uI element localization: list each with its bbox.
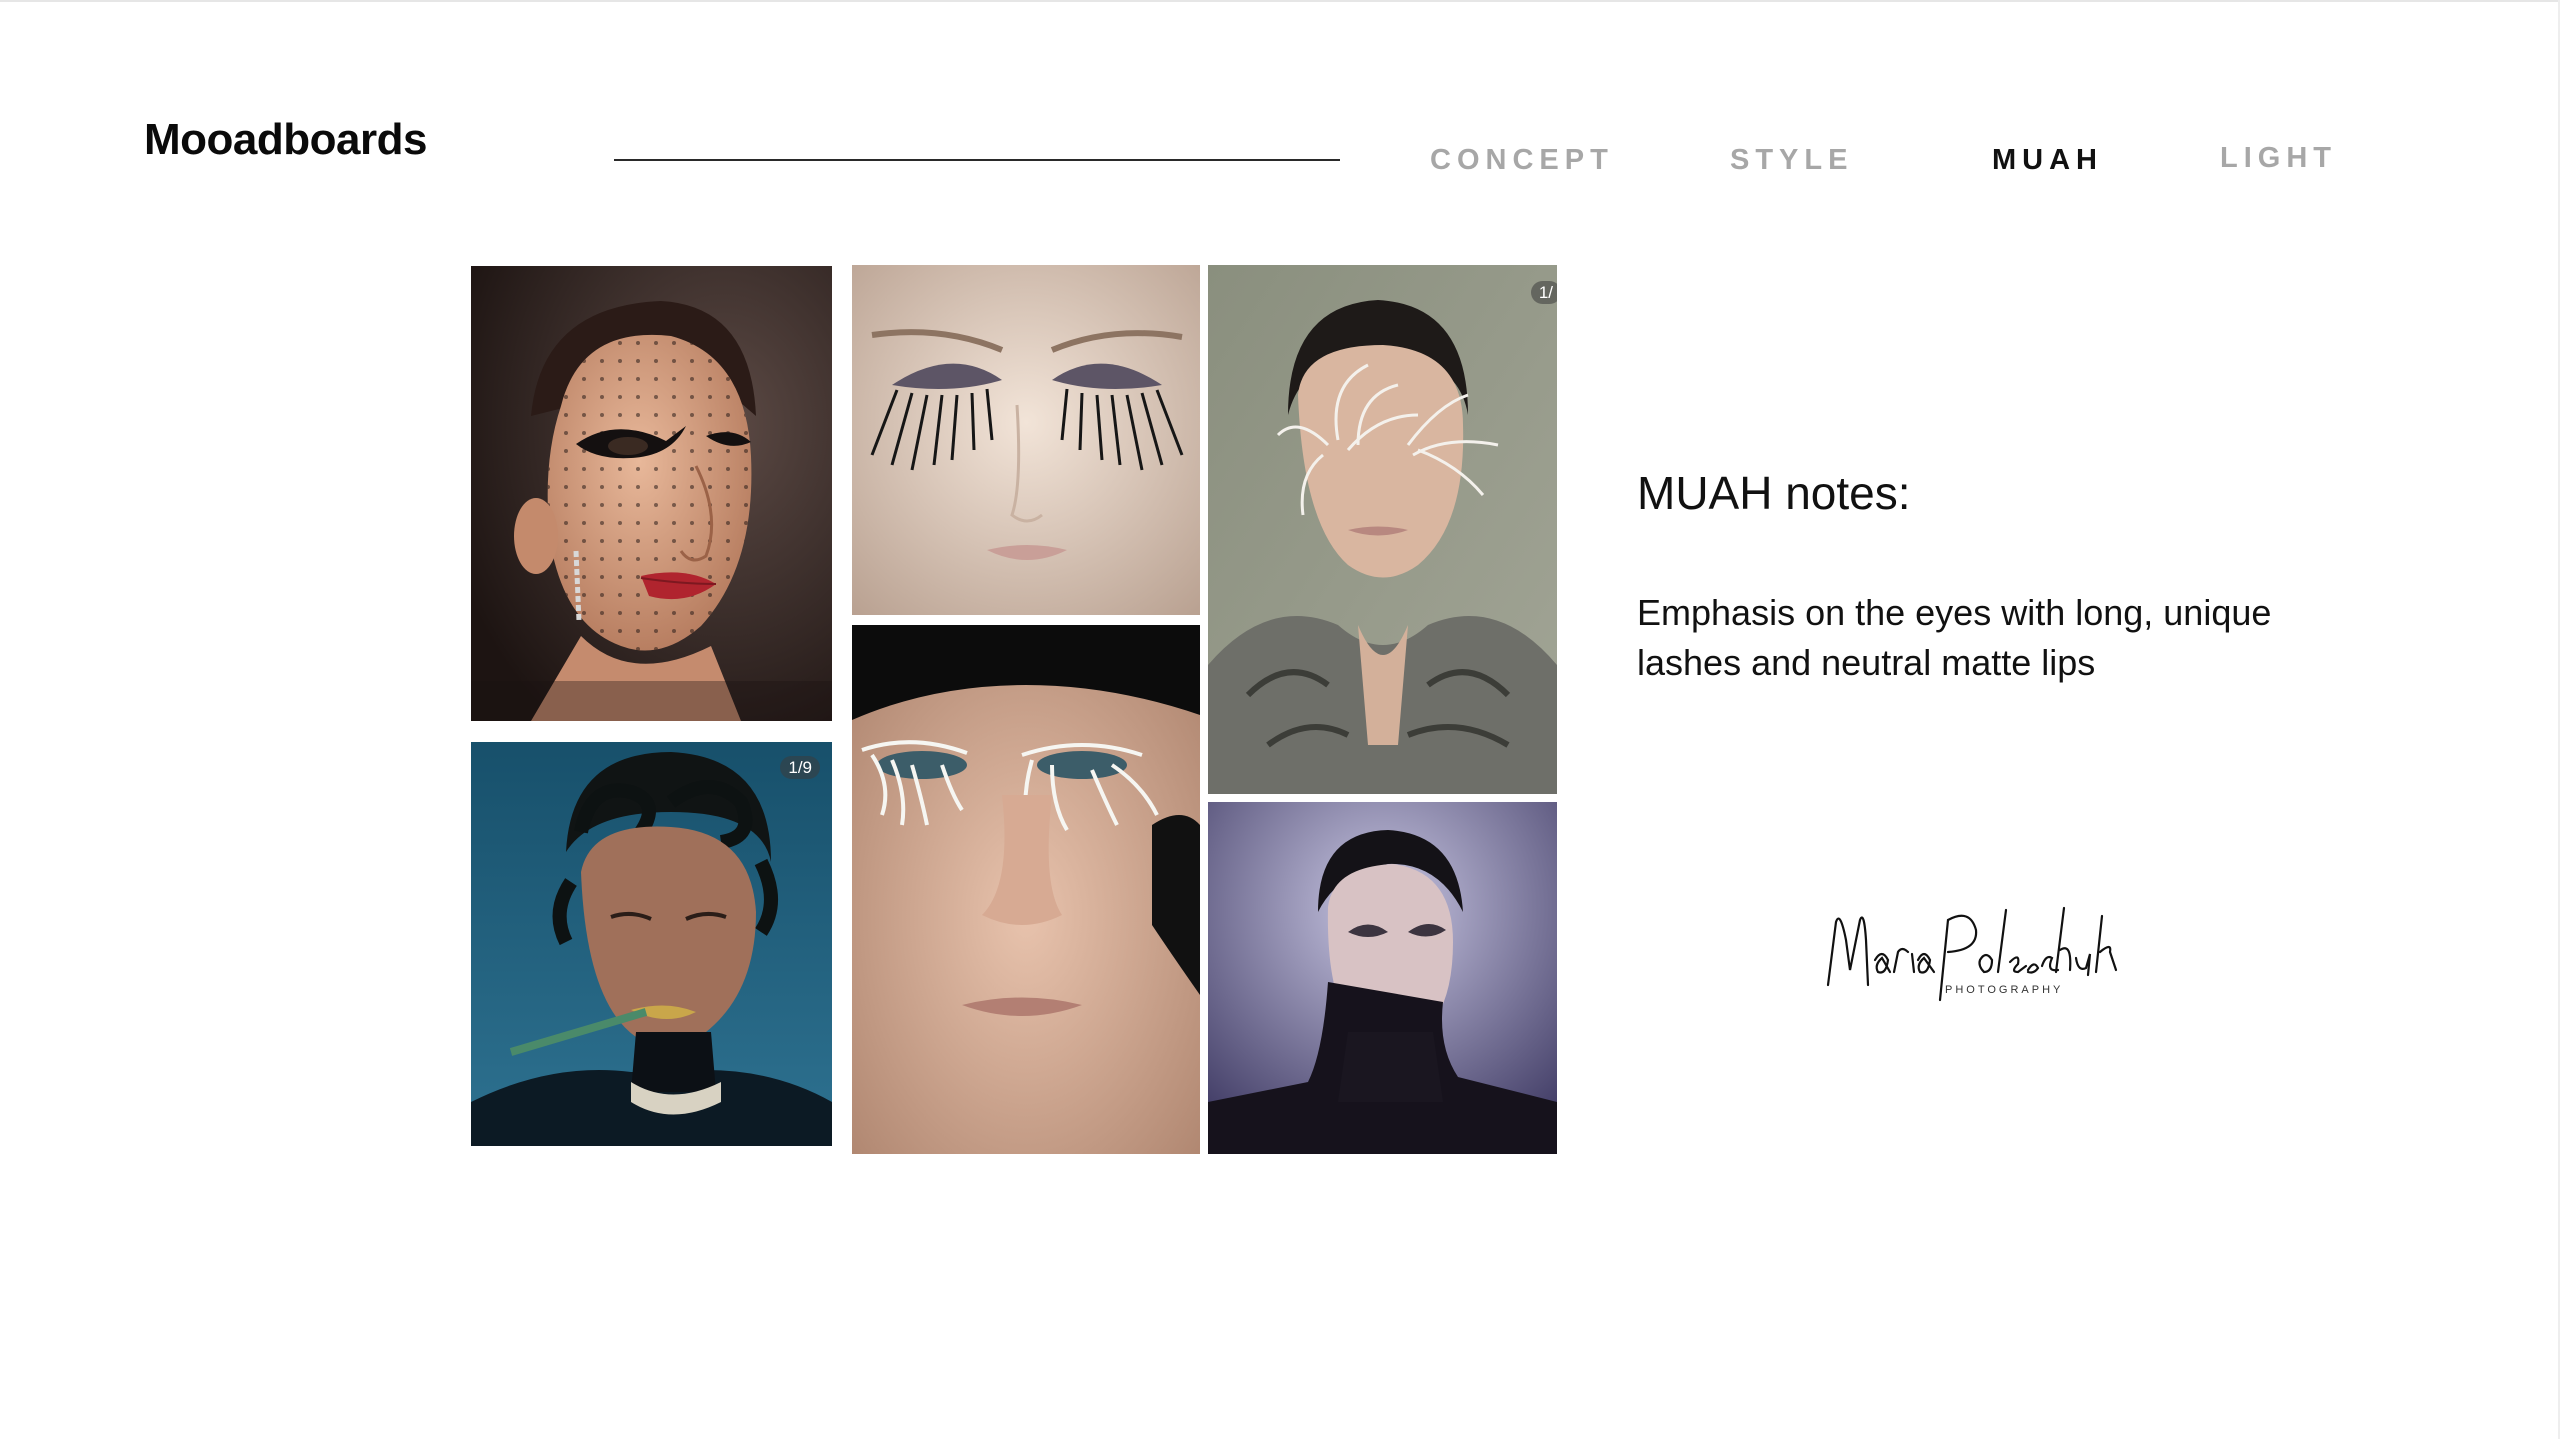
moodboard-page: Mooadboards CONCEPT STYLE MUAH LIGHT 1/ … [0, 0, 2560, 1439]
photo-white-lash-image [852, 625, 1200, 1154]
photo-long-feather-lashes [852, 265, 1200, 615]
nav-tab-muah[interactable]: MUAH [1992, 146, 2103, 175]
header-rule [614, 159, 1340, 161]
photo-dotted-face-graphic-liner [471, 266, 832, 721]
photo-purple-portrait-image [1208, 802, 1557, 1154]
photo-purple-studio-portrait [1208, 802, 1557, 1154]
signature-subtitle: PHOTOGRAPHY [1945, 984, 2063, 996]
nav-tab-light[interactable]: LIGHT [2220, 144, 2337, 173]
notes-body: Emphasis on the eyes with long, unique l… [1637, 592, 2272, 683]
top-divider [0, 0, 2560, 2]
photo-sculpted-wave-hair: 1/9 [471, 742, 832, 1146]
photo-counter-badge: 1/9 [780, 756, 820, 779]
nav-tab-style[interactable]: STYLE [1730, 146, 1853, 175]
photo-wave-hair-image [471, 742, 832, 1146]
photo-counter-badge: 1/ [1530, 281, 1557, 304]
photo-feather-lashes-image [852, 265, 1200, 615]
photo-white-lash-closeup [852, 625, 1200, 1154]
notes-title: MUAH notes: [1637, 467, 1911, 519]
photo-fiber-eye-image [1208, 265, 1557, 794]
page-title: Mooadboards [144, 115, 427, 164]
photo-white-fiber-eye-art: 1/ [1208, 265, 1557, 794]
nav-tab-concept[interactable]: CONCEPT [1430, 146, 1614, 175]
signature-logo: PHOTOGRAPHY [1826, 906, 2118, 1002]
photo-dotted-face-image [471, 266, 832, 721]
